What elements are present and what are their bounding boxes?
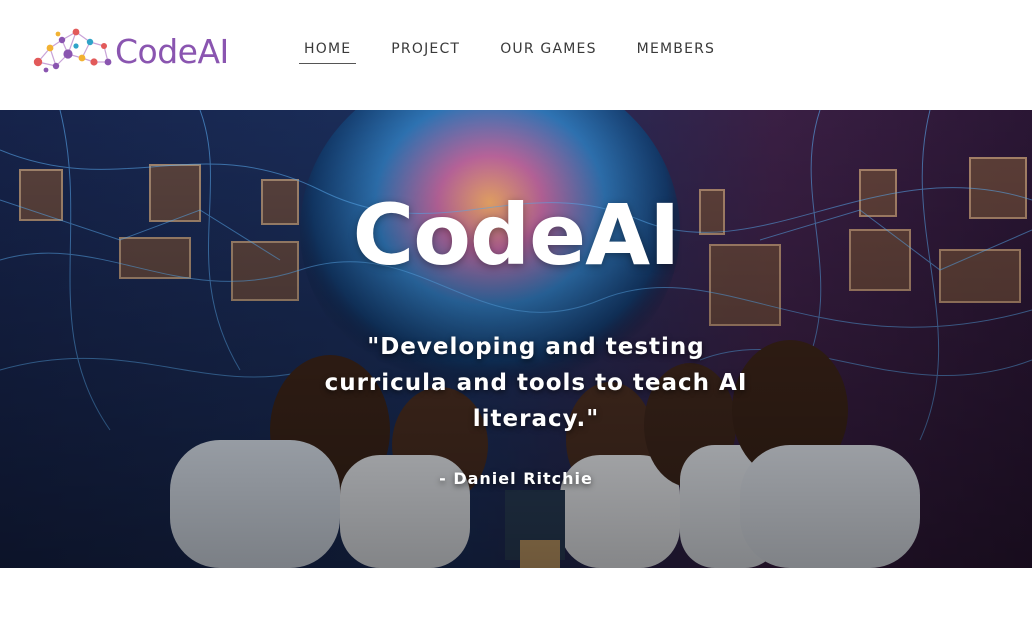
hero-author: - Daniel Ritchie <box>439 469 593 488</box>
page-content-area <box>0 568 1032 617</box>
nav-home[interactable]: HOME <box>299 36 357 64</box>
nav-members[interactable]: MEMBERS <box>632 36 720 64</box>
main-nav: HOME PROJECT OUR GAMES MEMBERS <box>299 36 750 64</box>
network-logo-icon <box>33 28 112 73</box>
logo-link[interactable]: CodeAI <box>32 26 229 76</box>
hero-section: CodeAI "Developing and testing curricula… <box>0 110 1032 568</box>
site-header: CodeAI HOME PROJECT OUR GAMES MEMBERS <box>0 0 1032 110</box>
nav-our-games[interactable]: OUR GAMES <box>495 36 601 64</box>
hero-quote: "Developing and testing curricula and to… <box>324 334 748 432</box>
nav-project[interactable]: PROJECT <box>386 36 465 64</box>
logo-text: CodeAI <box>115 31 229 71</box>
hero-title: CodeAI <box>352 186 681 284</box>
